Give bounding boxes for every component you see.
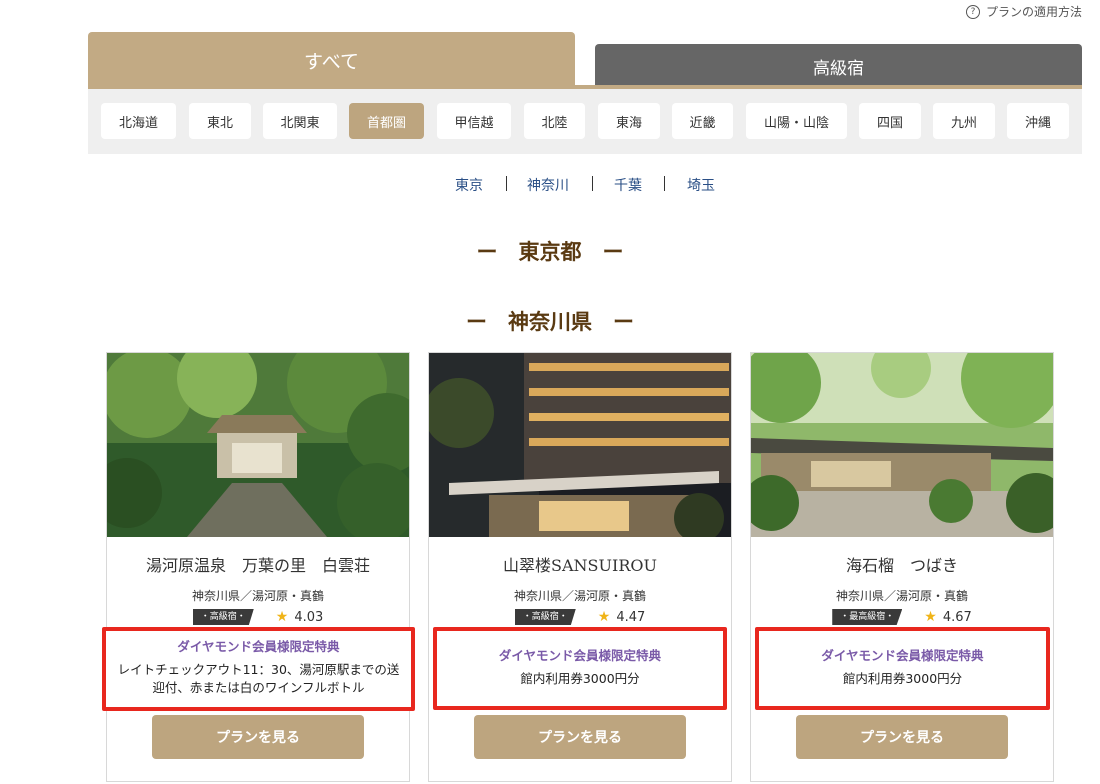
star-icon: ★ bbox=[924, 609, 937, 625]
hotel-card: 山翠楼SANSUIROU 神奈川県／湯河原・真鶴 ・高級宿・ ★ 4.47 ダイ… bbox=[428, 352, 732, 782]
hotel-meta: ・高級宿・ ★ 4.47 bbox=[429, 609, 731, 625]
region-hokkaido[interactable]: 北海道 bbox=[101, 103, 176, 139]
hotel-photo[interactable] bbox=[751, 353, 1053, 537]
pref-divider bbox=[506, 176, 507, 191]
benefit-title: ダイヤモンド会員様限定特典 bbox=[498, 648, 662, 663]
benefit-title: ダイヤモンド会員様限定特典 bbox=[177, 639, 340, 654]
benefit-text: 館内利用券3000円分 bbox=[520, 671, 640, 686]
tab-all[interactable]: すべて bbox=[88, 32, 575, 89]
rating-value: 4.03 bbox=[294, 609, 324, 625]
region-shutoken[interactable]: 首都圏 bbox=[349, 103, 424, 139]
rating-value: 4.67 bbox=[942, 609, 972, 625]
hotel-name[interactable]: 湯河原温泉 万葉の里 白雲荘 bbox=[107, 552, 409, 576]
star-icon: ★ bbox=[275, 609, 289, 625]
member-benefit-box: ダイヤモンド会員様限定特典 館内利用券3000円分 bbox=[433, 627, 727, 710]
hotel-meta: ・最高級宿・ ★ 4.67 bbox=[751, 609, 1053, 625]
benefit-text: レイトチェックアウト11：30、湯河原駅までの送迎付、赤または白のワインフルボト… bbox=[117, 662, 400, 695]
hotel-location: 神奈川県／湯河原・真鶴 bbox=[191, 589, 324, 603]
region-tohoku[interactable]: 東北 bbox=[189, 103, 251, 139]
prefecture-nav: 東京 神奈川 千葉 埼玉 bbox=[0, 175, 1100, 195]
member-benefit-box: ダイヤモンド会員様限定特典 レイトチェックアウト11：30、湯河原駅までの送迎付… bbox=[102, 627, 415, 711]
pref-link-tokyo[interactable]: 東京 bbox=[455, 175, 483, 195]
region-hokuriku[interactable]: 北陸 bbox=[524, 103, 585, 139]
view-plans-button[interactable]: プランを見る bbox=[152, 715, 364, 759]
region-okinawa[interactable]: 沖縄 bbox=[1007, 103, 1069, 139]
hotel-rating: ★ 4.47 bbox=[598, 609, 646, 625]
section-heading-kanagawa: ー 神奈川県 ー bbox=[466, 309, 634, 334]
hotel-meta: ・高級宿・ ★ 4.03 bbox=[107, 609, 409, 625]
member-benefit-box: ダイヤモンド会員様限定特典 館内利用券3000円分 bbox=[755, 627, 1050, 710]
region-tokai[interactable]: 東海 bbox=[598, 103, 660, 139]
plan-help-link[interactable]: ? プランの適用方法 bbox=[965, 3, 1082, 20]
hotel-photo[interactable] bbox=[429, 353, 731, 537]
pref-link-saitama[interactable]: 埼玉 bbox=[687, 175, 715, 195]
region-kyushu[interactable]: 九州 bbox=[933, 103, 995, 139]
tab-luxury[interactable]: 高級宿 bbox=[595, 44, 1082, 88]
benefit-title: ダイヤモンド会員様限定特典 bbox=[821, 648, 984, 663]
grade-badge: ・最高級宿・ bbox=[832, 609, 903, 625]
hotel-name[interactable]: 山翠楼SANSUIROU bbox=[429, 552, 731, 576]
hotel-card: 海石榴 つばき 神奈川県／湯河原・真鶴 ・最高級宿・ ★ 4.67 ダイヤモンド… bbox=[750, 352, 1054, 782]
section-heading-tokyo: ー 東京都 ー bbox=[476, 239, 624, 264]
grade-badge: ・高級宿・ bbox=[192, 609, 254, 625]
plan-help-label: プランの適用方法 bbox=[985, 5, 1082, 19]
rating-value: 4.47 bbox=[616, 609, 646, 625]
view-plans-button[interactable]: プランを見る bbox=[796, 715, 1008, 759]
pref-link-chiba[interactable]: 千葉 bbox=[614, 175, 642, 195]
grade-badge: ・高級宿・ bbox=[514, 609, 576, 625]
benefit-text: 館内利用券3000円分 bbox=[842, 671, 963, 686]
pref-divider bbox=[592, 176, 593, 191]
hotel-location: 神奈川県／湯河原・真鶴 bbox=[835, 589, 968, 603]
question-circle-icon: ? bbox=[965, 4, 980, 19]
region-koshinetsu[interactable]: 甲信越 bbox=[437, 103, 511, 139]
region-shikoku[interactable]: 四国 bbox=[859, 103, 921, 139]
hotel-rating: ★ 4.03 bbox=[276, 609, 324, 625]
region-kinki[interactable]: 近畿 bbox=[672, 103, 733, 139]
hotel-card: 湯河原温泉 万葉の里 白雲荘 神奈川県／湯河原・真鶴 ・高級宿・ ★ 4.03 … bbox=[102, 352, 415, 782]
category-tabs: すべて 高級宿 bbox=[88, 32, 1082, 89]
region-sanyo-sanin[interactable]: 山陽・山陰 bbox=[746, 103, 847, 139]
hotel-location: 神奈川県／湯河原・真鶴 bbox=[513, 589, 646, 603]
star-icon: ★ bbox=[597, 609, 611, 625]
hotel-rating: ★ 4.67 bbox=[924, 609, 972, 625]
hotel-name[interactable]: 海石榴 つばき bbox=[751, 552, 1053, 576]
region-kitakanto[interactable]: 北関東 bbox=[263, 103, 337, 139]
pref-divider bbox=[664, 176, 665, 191]
hotel-photo[interactable] bbox=[107, 353, 409, 537]
region-filter-bar: 北海道 東北 北関東 首都圏 甲信越 北陸 東海 近畿 山陽・山陰 四国 九州 … bbox=[88, 89, 1082, 154]
pref-link-kanagawa[interactable]: 神奈川 bbox=[527, 175, 569, 195]
view-plans-button[interactable]: プランを見る bbox=[474, 715, 686, 759]
